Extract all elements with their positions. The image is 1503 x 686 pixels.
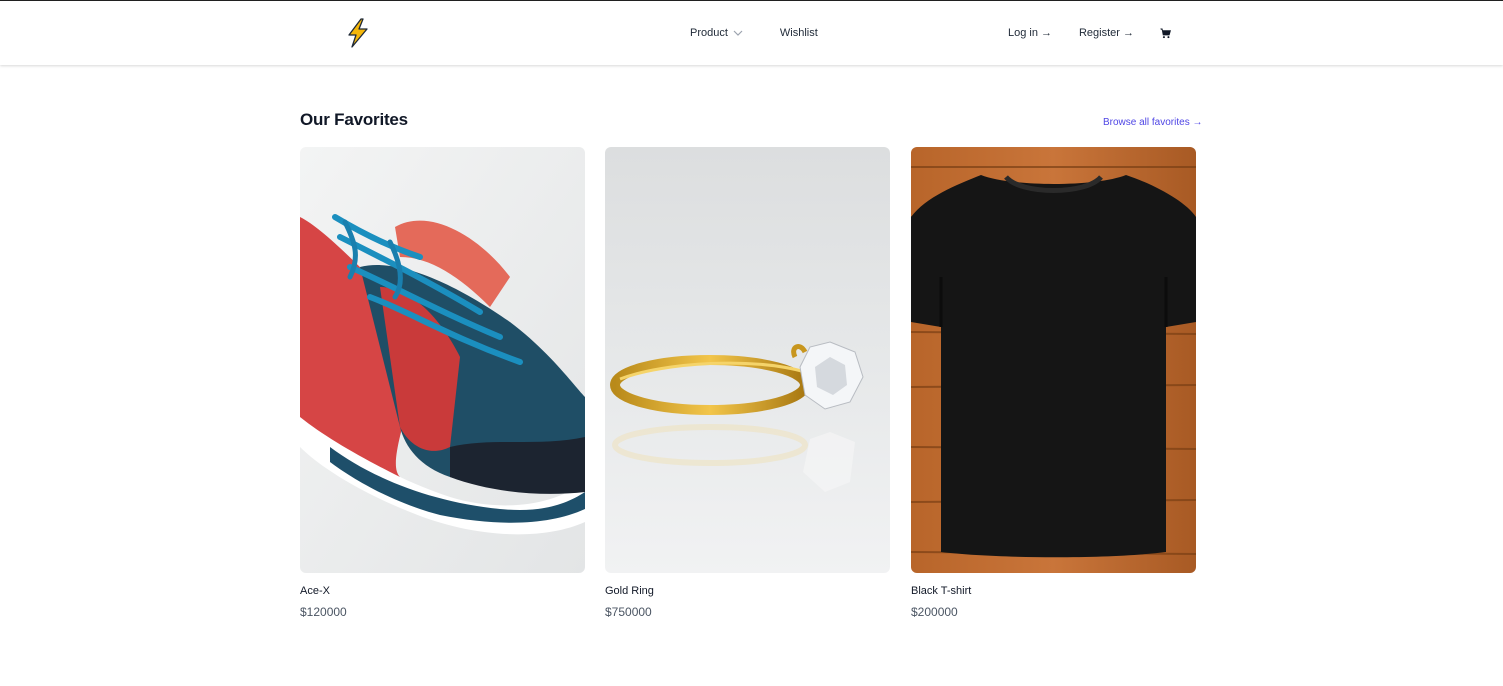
account-nav: Log in → Register → — [1008, 27, 1171, 39]
product-image-tshirt[interactable] — [911, 147, 1196, 573]
product-card[interactable]: Ace-X $120000 — [300, 147, 585, 619]
product-name: Ace-X — [300, 585, 330, 597]
arrow-right-icon: → — [1040, 27, 1052, 39]
product-name: Gold Ring — [605, 585, 654, 597]
chevron-down-icon — [733, 30, 743, 36]
main-nav: Product Wishlist — [690, 27, 818, 39]
product-price: $750000 — [605, 605, 652, 619]
register-link[interactable]: Register → — [1079, 27, 1134, 39]
product-card[interactable]: Gold Ring $750000 — [605, 147, 890, 619]
product-price: $200000 — [911, 605, 958, 619]
section-title: Our Favorites — [300, 110, 408, 129]
shopping-cart-icon[interactable] — [1160, 27, 1171, 39]
navbar: Product Wishlist Log in → Register → — [0, 1, 1503, 65]
product-price: $120000 — [300, 605, 347, 619]
nav-wishlist-link[interactable]: Wishlist — [780, 27, 818, 39]
browse-all-favorites-link[interactable]: Browse all favorites → — [1103, 117, 1202, 128]
lightning-bolt-icon[interactable] — [346, 18, 370, 48]
login-link[interactable]: Log in → — [1008, 27, 1052, 39]
product-image-ring[interactable] — [605, 147, 890, 573]
product-card[interactable]: Black T-shirt $200000 — [911, 147, 1196, 619]
arrow-right-icon: → — [1122, 27, 1134, 39]
product-image-sneaker[interactable] — [300, 147, 585, 573]
nav-product-label: Product — [690, 27, 728, 39]
login-label: Log in — [1008, 27, 1038, 39]
register-label: Register — [1078, 27, 1120, 39]
nav-product-dropdown[interactable]: Product — [690, 27, 743, 39]
product-name: Black T-shirt — [911, 585, 972, 597]
